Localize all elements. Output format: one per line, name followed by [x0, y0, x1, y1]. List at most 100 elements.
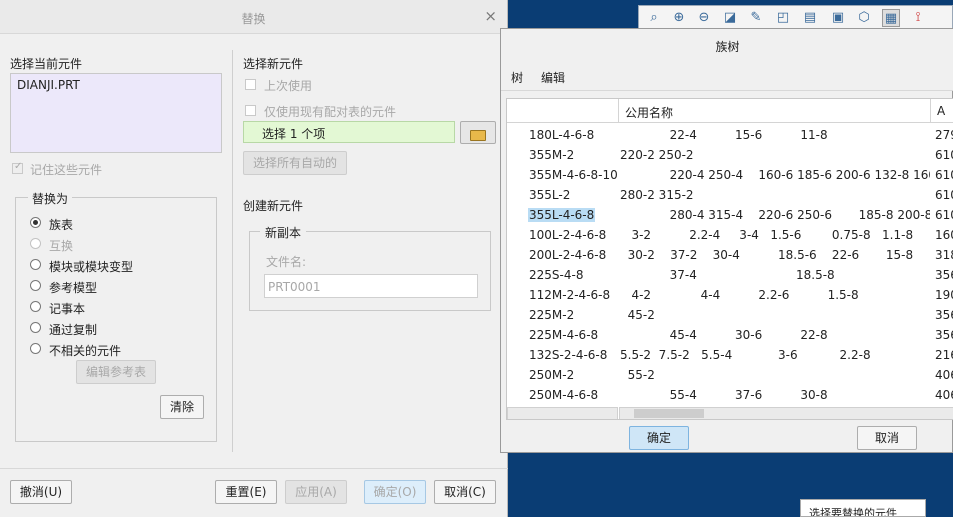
row-values[interactable]: 280-4 315-4 220-6 250-6 185-8 200-8 [620, 208, 930, 222]
use-existing-checkbox[interactable] [245, 105, 256, 116]
current-component-item[interactable]: DIANJI.PRT [17, 78, 80, 92]
option-ref-model-label[interactable]: 参考模型 [49, 279, 97, 296]
row-values[interactable]: 22-4 15-6 11-8 [620, 128, 930, 142]
row-values[interactable]: 45-4 30-6 22-8 [620, 328, 930, 342]
row-name[interactable]: 100L-2-4-6-8 [529, 228, 606, 242]
row-name[interactable]: 250M-2 [529, 368, 574, 382]
clear-button[interactable]: 清除 [160, 395, 204, 419]
row-name[interactable]: 225S-4-8 [529, 268, 583, 282]
select-collector[interactable]: 选择 1 个项 [243, 121, 455, 143]
row-a-value[interactable]: 610 [935, 208, 953, 222]
zoom-in-icon[interactable]: ⊕ [670, 9, 688, 27]
data-horizontal-scrollbar[interactable] [619, 407, 953, 419]
option-interchange-label[interactable]: 互换 [49, 237, 73, 254]
row-name[interactable]: 225M-4-6-8 [529, 328, 598, 342]
row-values[interactable]: 220-2 250-2 [620, 148, 930, 162]
undo-button[interactable]: 撤消(U) [10, 480, 72, 504]
common-name-header[interactable]: 公用名称 [618, 99, 930, 123]
current-component-list[interactable]: DIANJI.PRT [10, 73, 222, 153]
replace-title: 替换 [241, 12, 266, 26]
row-values[interactable]: 37-4 18.5-8 [620, 268, 930, 282]
row-a-value[interactable]: 406 [935, 368, 953, 382]
option-interchange-radio[interactable] [30, 238, 41, 249]
common-name-header-text: 公用名称 [625, 106, 674, 120]
row-name[interactable]: 355M-2 [529, 148, 574, 162]
close-icon[interactable]: × [484, 7, 497, 25]
cancel-button[interactable]: 取消(C) [434, 480, 496, 504]
row-name[interactable]: 112M-2-4-6-8 [529, 288, 610, 302]
row-name[interactable]: 355L-4-6-8 [528, 208, 596, 222]
repaint-icon[interactable]: ✎ [747, 9, 765, 27]
row-a-value[interactable]: 356 [935, 268, 953, 282]
row-name[interactable]: 355L-2 [529, 188, 570, 202]
zoom-out-icon[interactable]: ⊖ [695, 9, 713, 27]
scrollbar-thumb[interactable] [634, 409, 704, 418]
row-values[interactable]: 30-2 37-2 30-4 18.5-6 22-6 15-8 [620, 248, 930, 262]
row-a-value[interactable]: 216 [935, 348, 953, 362]
option-family-table-label[interactable]: 族表 [49, 216, 73, 233]
option-notebook-radio[interactable] [30, 301, 41, 312]
zoom-window-icon[interactable]: ⌕ [645, 9, 663, 27]
datum-display-icon[interactable]: ▦ [882, 9, 900, 27]
row-name[interactable]: 250M-4-6-8 [529, 388, 598, 402]
row-a-value[interactable]: 356 [935, 328, 953, 342]
row-values[interactable]: 45-2 [620, 308, 930, 322]
row-values[interactable]: 220-4 250-4 160-6 185-6 200-6 132-8 160 [620, 168, 930, 182]
view-orient-icon[interactable]: ◰ [774, 9, 792, 27]
row-name[interactable]: 180L-4-6-8 [529, 128, 594, 142]
option-family-table-radio[interactable] [30, 217, 41, 228]
apply-button[interactable]: 应用(A) [285, 480, 347, 504]
edit-ref-table-button[interactable]: 编辑参考表 [76, 360, 156, 384]
option-unrelated-label[interactable]: 不相关的元件 [49, 342, 121, 359]
saved-views-icon[interactable]: ▤ [801, 9, 819, 27]
row-values[interactable]: 55-2 [620, 368, 930, 382]
row-a-value[interactable]: 318 [935, 248, 953, 262]
row-a-value[interactable]: 160 [935, 228, 953, 242]
option-copy-label[interactable]: 通过复制 [49, 321, 97, 338]
filename-input[interactable]: PRT0001 [264, 274, 478, 298]
column-divider [232, 50, 233, 452]
option-copy-radio[interactable] [30, 322, 41, 333]
row-a-value[interactable]: 610 [935, 188, 953, 202]
family-tree-title-bar[interactable]: 族树 [501, 29, 953, 61]
row-values[interactable]: 5.5-2 7.5-2 5.5-4 3-6 2.2-8 [620, 348, 930, 362]
family-tree-title: 族树 [715, 40, 740, 54]
row-name[interactable]: 200L-2-4-6-8 [529, 248, 606, 262]
row-name[interactable]: 132S-2-4-6-8 [529, 348, 607, 362]
row-values[interactable]: 4-2 4-4 2.2-6 1.5-8 [620, 288, 930, 302]
replace-with-label: 替换为 [28, 190, 73, 207]
tree-cancel-button[interactable]: 取消 [857, 426, 917, 450]
option-ref-model-radio[interactable] [30, 280, 41, 291]
reset-button[interactable]: 重置(E) [215, 480, 277, 504]
option-notebook-label[interactable]: 记事本 [49, 300, 85, 317]
open-folder-button[interactable] [460, 121, 496, 144]
row-values[interactable]: 280-2 315-2 [620, 188, 930, 202]
a-column-header[interactable]: A [930, 99, 953, 123]
menu-tree[interactable]: 树 [511, 69, 523, 86]
row-a-value[interactable]: 610 [935, 148, 953, 162]
row-values[interactable]: 3-2 2.2-4 3-4 1.5-6 0.75-8 1.1-8 [620, 228, 930, 242]
tree-ok-button[interactable]: 确定 [629, 426, 689, 450]
refit-icon[interactable]: ◪ [721, 9, 739, 27]
row-a-value[interactable]: 610 [935, 168, 953, 182]
row-a-value[interactable]: 356 [935, 308, 953, 322]
spin-center-icon[interactable]: ⬡ [855, 9, 873, 27]
row-a-value[interactable]: 279 [935, 128, 953, 142]
ok-button[interactable]: 确定(O) [364, 480, 426, 504]
replace-title-bar[interactable]: 替换 × [0, 0, 507, 34]
option-module-radio[interactable] [30, 259, 41, 270]
remember-checkbox[interactable]: ✓ [12, 161, 23, 174]
row-a-value[interactable]: 406 [935, 388, 953, 402]
row-values[interactable]: 55-4 37-6 30-8 [620, 388, 930, 402]
name-horizontal-scrollbar[interactable] [507, 407, 618, 419]
display-style-icon[interactable]: ▣ [829, 9, 847, 27]
row-name[interactable]: 355M-4-6-8-10 [529, 168, 618, 182]
option-module-label[interactable]: 模块或模块变型 [49, 258, 133, 275]
option-unrelated-radio[interactable] [30, 343, 41, 354]
row-a-value[interactable]: 190 [935, 288, 953, 302]
row-name[interactable]: 225M-2 [529, 308, 574, 322]
csys-display-icon[interactable]: ⟟ [909, 9, 927, 27]
select-all-auto-button[interactable]: 选择所有自动的 [243, 151, 347, 175]
last-used-checkbox[interactable] [245, 79, 256, 90]
menu-edit[interactable]: 编辑 [541, 69, 565, 86]
